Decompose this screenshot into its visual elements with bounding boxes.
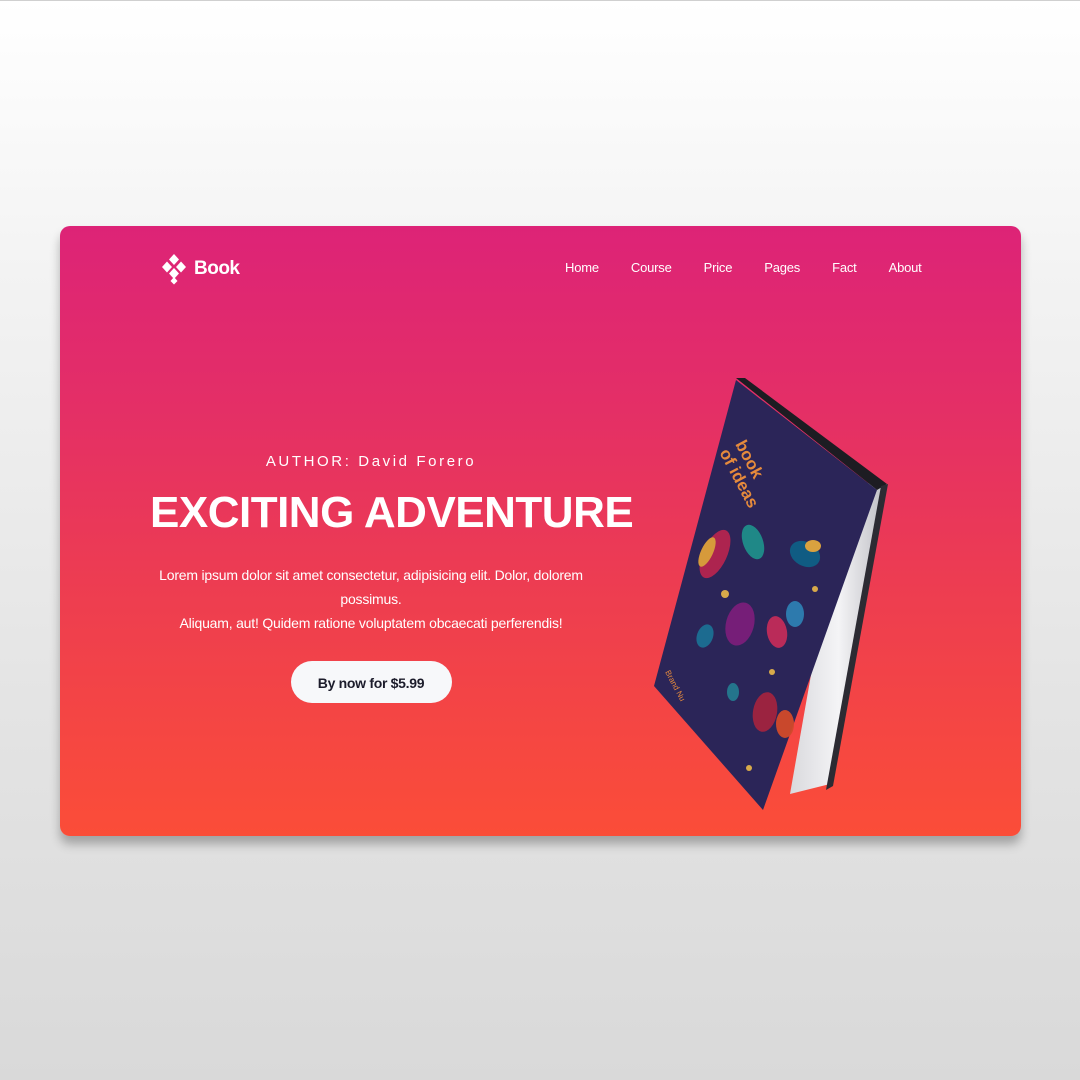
page-top-border xyxy=(0,0,1080,1)
book-cover-image: book of ideas Brand Nu xyxy=(654,378,888,810)
hero-title: EXCITING ADVENTURE xyxy=(150,488,634,537)
hero-description-line-1: Lorem ipsum dolor sit amet consectetur, … xyxy=(159,567,583,607)
brand[interactable]: Book xyxy=(161,253,240,285)
nav-item-pages[interactable]: Pages xyxy=(764,260,800,275)
main-nav: Home Course Price Pages Fact About xyxy=(565,257,922,277)
nav-item-about[interactable]: About xyxy=(889,260,922,275)
landing-page-card: Book Home Course Price Pages Fact About … xyxy=(60,226,1021,836)
nav-item-home[interactable]: Home xyxy=(565,260,599,275)
hero-description-line-2: Aliquam, aut! Quidem ratione voluptatem … xyxy=(179,615,563,631)
hero-section: AUTHOR: David Forero EXCITING ADVENTURE … xyxy=(150,451,634,703)
nav-item-fact[interactable]: Fact xyxy=(832,260,857,275)
brand-name: Book xyxy=(194,258,240,279)
buy-now-button[interactable]: By now for $5.99 xyxy=(290,661,452,703)
nav-item-price[interactable]: Price xyxy=(704,260,733,275)
hero-description: Lorem ipsum dolor sit amet consectetur, … xyxy=(151,563,591,635)
author-label: AUTHOR: David Forero xyxy=(265,453,477,470)
nav-item-course[interactable]: Course xyxy=(631,260,672,275)
diamond-cluster-icon xyxy=(162,254,186,285)
